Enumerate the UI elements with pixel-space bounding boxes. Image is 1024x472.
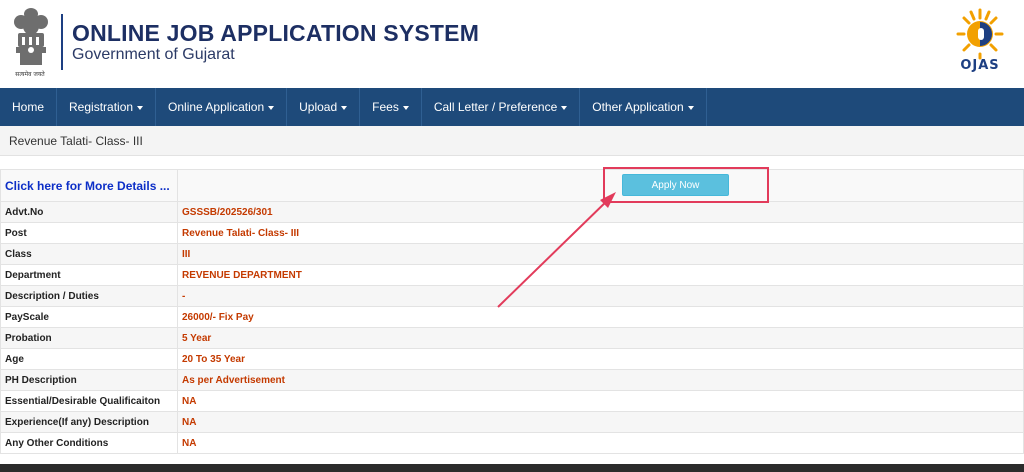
- nav-registration-label: Registration: [69, 100, 134, 114]
- table-row: Essential/Desirable Qualificaiton NA: [0, 390, 1024, 412]
- caret-down-icon: [137, 105, 144, 110]
- ojas-logo-text: OJAS: [960, 58, 1000, 73]
- site-header: सत्यमेव जयते ONLINE JOB APPLICATION SYST…: [0, 0, 1024, 88]
- row-label: Probation: [0, 327, 178, 349]
- header-divider: [61, 14, 63, 70]
- annotation-arrow-icon: [497, 192, 616, 308]
- site-subtitle: Government of Gujarat: [72, 46, 235, 63]
- caret-down-icon: [402, 105, 409, 110]
- row-label: Department: [0, 264, 178, 286]
- nav-other-application-label: Other Application: [592, 100, 684, 114]
- more-details-cell: Click here for More Details ...: [0, 169, 178, 202]
- row-value: NA: [177, 411, 1024, 433]
- row-label: PayScale: [0, 306, 178, 328]
- row-label: Any Other Conditions: [0, 432, 178, 454]
- row-label: Description / Duties: [0, 285, 178, 307]
- row-value: As per Advertisement: [177, 369, 1024, 391]
- nav-fees[interactable]: Fees: [360, 88, 422, 126]
- nav-fees-label: Fees: [372, 100, 399, 114]
- nav-upload-label: Upload: [299, 100, 338, 114]
- site-title: ONLINE JOB APPLICATION SYSTEM: [72, 20, 480, 46]
- nav-home-label: Home: [12, 100, 45, 114]
- nav-call-letter-label: Call Letter / Preference: [433, 100, 558, 114]
- nav-upload[interactable]: Upload: [287, 88, 361, 126]
- nav-other-application[interactable]: Other Application: [580, 88, 707, 126]
- nav-online-application-label: Online Application: [168, 100, 265, 114]
- row-value: 5 Year: [177, 327, 1024, 349]
- page: सत्यमेव जयते ONLINE JOB APPLICATION SYST…: [0, 0, 1024, 472]
- nav-home[interactable]: Home: [0, 88, 58, 126]
- nav-call-letter-preference[interactable]: Call Letter / Preference: [422, 88, 581, 126]
- nav-online-application[interactable]: Online Application: [156, 88, 288, 126]
- row-label: Essential/Desirable Qualificaiton: [0, 390, 178, 412]
- row-label: Post: [0, 222, 178, 244]
- footer-bar: [0, 464, 1024, 472]
- row-label: Class: [0, 243, 178, 265]
- caret-down-icon: [561, 105, 568, 110]
- row-value: NA: [177, 432, 1024, 454]
- page-title: Revenue Talati- Class- III: [9, 134, 143, 148]
- row-value: 20 To 35 Year: [177, 348, 1024, 370]
- table-row: Experience(If any) Description NA: [0, 411, 1024, 433]
- table-row: PH Description As per Advertisement: [0, 369, 1024, 391]
- table-row: Age 20 To 35 Year: [0, 348, 1024, 370]
- caret-down-icon: [268, 105, 275, 110]
- row-label: Experience(If any) Description: [0, 411, 178, 433]
- caret-down-icon: [341, 105, 348, 110]
- caret-down-icon: [687, 105, 694, 110]
- nav-registration[interactable]: Registration: [57, 88, 157, 126]
- row-label: PH Description: [0, 369, 178, 391]
- page-heading-bar: Revenue Talati- Class- III: [0, 126, 1024, 156]
- main-navbar: Home Registration Online Application Upl…: [0, 88, 1024, 126]
- more-details-link[interactable]: Click here for More Details ...: [5, 179, 170, 193]
- emblem-motto: सत्यमेव जयते: [15, 71, 45, 78]
- row-label: Advt.No: [0, 201, 178, 223]
- row-label: Age: [0, 348, 178, 370]
- table-row: Probation 5 Year: [0, 327, 1024, 349]
- table-row: Any Other Conditions NA: [0, 432, 1024, 454]
- row-value: NA: [177, 390, 1024, 412]
